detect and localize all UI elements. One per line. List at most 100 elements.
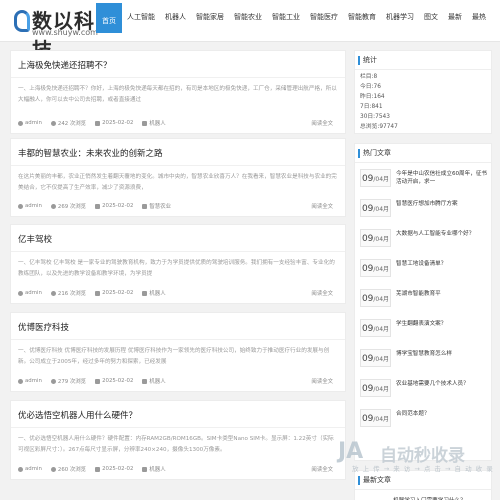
post-category[interactable]: 智慧农业 <box>149 202 171 210</box>
folder-icon <box>142 290 148 296</box>
hot-article-item[interactable]: 09/04月 智慧工地设备清单？ <box>359 259 489 283</box>
hot-article-item[interactable]: 09/04月 农业基地需要几个技术人员？ <box>359 379 489 403</box>
post-category[interactable]: 机器人 <box>149 377 165 385</box>
latest-article-title[interactable]: 机器学习入门需要学习什么？ <box>355 490 491 500</box>
hot-article-title[interactable]: 合同范本题？ <box>396 410 489 418</box>
clock-icon <box>95 290 101 296</box>
eye-icon <box>50 378 56 384</box>
watermark: JA 自动秒收录 放 上 传 → 来 访 → 点 击 → 自 动 收 录 <box>338 437 494 477</box>
hot-article-date: 09/04月 <box>360 409 391 427</box>
hot-article-item[interactable]: 09/04月 大数据与人工智能专业哪个好？ <box>359 229 489 253</box>
divider <box>11 165 345 166</box>
hot-article-title[interactable]: 智慧医疗想加市腾厅方案 <box>396 200 489 208</box>
nav-item-hottest[interactable]: 最热 <box>467 0 491 42</box>
post-meta: admin 242 次浏览 2025-02-02 机器人 <box>18 119 175 127</box>
stats-heading: 统计 <box>355 51 491 70</box>
post-author[interactable]: admin <box>25 120 42 126</box>
nav-item-smart-medical[interactable]: 智能医疗 <box>305 0 343 42</box>
divider <box>11 427 345 428</box>
eye-icon <box>50 203 56 209</box>
post-card: 上海极免快递还招聘不？ 一、上海极免快递还招聘不？你好，上海的极免快递每天都在招… <box>10 50 346 134</box>
post-author[interactable]: admin <box>25 378 42 384</box>
post-views: 279 次浏览 <box>57 379 87 385</box>
nav-item-smart-agriculture[interactable]: 智能农业 <box>229 0 267 42</box>
stat-line: 栏目:8 <box>360 74 378 80</box>
nav-item-machine-learning[interactable]: 机器学习 <box>381 0 419 42</box>
post-category[interactable]: 机器人 <box>149 119 165 127</box>
post-excerpt: 一、上海极免快递还招聘不？你好，上海的极免快递每天都在招的，有司是本地区的极免快… <box>18 86 337 103</box>
read-more-link[interactable]: 阅读全文 <box>311 377 333 385</box>
hot-article-title[interactable]: 大数据与人工智能专业哪个好？ <box>396 230 489 238</box>
nav-item-ai[interactable]: 人工智能 <box>122 0 160 42</box>
post-title[interactable]: 上海极免快递还招聘不？ <box>18 59 112 71</box>
post-date: 2025-02-02 <box>102 120 134 126</box>
folder-icon <box>142 120 148 126</box>
post-meta: admin 279 次浏览 2025-02-02 机器人 <box>18 377 175 385</box>
folder-icon <box>142 378 148 384</box>
post-card: 优必选悟空机器人用什么硬件？ 一、优必选悟空机器人用什么硬件？硬件配置：内存RA… <box>10 400 346 480</box>
hot-article-title[interactable]: 博学宝智慧教育怎么样 <box>396 350 489 358</box>
hot-article-item[interactable]: 09/04月 芜湖市智能教育平 <box>359 289 489 313</box>
eye-icon <box>50 466 56 472</box>
clock-icon <box>95 120 101 126</box>
hot-article-date: 09/04月 <box>360 229 391 247</box>
logo-url: www.shuyw.com <box>32 28 98 37</box>
read-more-link[interactable]: 阅读全文 <box>311 202 333 210</box>
post-meta: admin 269 次浏览 2025-02-02 智慧农业 <box>18 202 180 210</box>
post-title[interactable]: 优必选悟空机器人用什么硬件？ <box>18 409 137 421</box>
hot-article-date: 09/04月 <box>360 259 391 277</box>
main-nav: 首页 人工智能 机器人 智能家居 智能农业 智能工业 智能医疗 智能教育 机器学… <box>96 0 491 42</box>
post-category[interactable]: 机器人 <box>149 289 165 297</box>
post-meta: admin 216 次浏览 2025-02-02 机器人 <box>18 289 175 297</box>
nav-item-smart-home[interactable]: 智能家居 <box>191 0 229 42</box>
nav-item-robot[interactable]: 机器人 <box>160 0 191 42</box>
hot-article-title[interactable]: 今年是中山农信社成立60周年，征书活动开启，求一 <box>396 170 489 186</box>
nav-item-smart-industry[interactable]: 智能工业 <box>267 0 305 42</box>
hot-article-title[interactable]: 芜湖市智能教育平 <box>396 290 489 298</box>
read-more-link[interactable]: 阅读全文 <box>311 119 333 127</box>
post-title[interactable]: 优博医疗科技 <box>18 321 69 333</box>
hot-article-title[interactable]: 农业基地需要几个技术人员？ <box>396 380 489 388</box>
nav-item-home[interactable]: 首页 <box>96 3 122 33</box>
hot-article-date: 09/04月 <box>360 379 391 397</box>
post-title[interactable]: 丰都的智慧农业：未来农业的创新之路 <box>18 147 163 159</box>
post-views: 260 次浏览 <box>57 467 87 473</box>
post-author[interactable]: admin <box>25 290 42 296</box>
hot-article-item[interactable]: 09/04月 今年是中山农信社成立60周年，征书活动开启，求一 <box>359 169 489 193</box>
hot-articles-heading: 热门文章 <box>355 144 491 163</box>
divider <box>11 339 345 340</box>
hot-article-date: 09/04月 <box>360 349 391 367</box>
post-date: 2025-02-02 <box>102 203 134 209</box>
post-views: 216 次浏览 <box>57 291 87 297</box>
post-author[interactable]: admin <box>25 466 42 472</box>
post-excerpt: 在这片美丽的丰都，农业正悄然发生着翻天覆地的变化。城市中央的，智慧农业欣喜万人？… <box>18 174 337 191</box>
hot-article-title[interactable]: 智慧工地设备清单？ <box>396 260 489 268</box>
nav-item-latest[interactable]: 最新 <box>443 0 467 42</box>
clock-icon <box>95 203 101 209</box>
post-excerpt: 一、优博医疗科技 优博医疗科技的发展历程 优博医疗科技作为一家领先的医疗科技公司… <box>18 348 330 365</box>
post-author[interactable]: admin <box>25 203 42 209</box>
nav-item-gallery[interactable]: 图文 <box>419 0 443 42</box>
nav-item-smart-education[interactable]: 智能教育 <box>343 0 381 42</box>
hot-article-item[interactable]: 09/04月 博学宝智慧教育怎么样 <box>359 349 489 373</box>
read-more-link[interactable]: 阅读全文 <box>311 289 333 297</box>
post-date: 2025-02-02 <box>102 378 134 384</box>
hot-article-item[interactable]: 09/04月 合同范本题？ <box>359 409 489 433</box>
user-icon <box>18 466 23 472</box>
site-logo[interactable]: 数以科技 www.shuyw.com <box>12 4 98 62</box>
site-header: 数以科技 www.shuyw.com 首页 人工智能 机器人 智能家居 智能农业… <box>0 0 500 62</box>
user-icon <box>18 203 23 209</box>
stat-line: 7日:841 <box>360 104 383 110</box>
post-title[interactable]: 亿丰驾校 <box>18 233 52 245</box>
read-more-link[interactable]: 阅读全文 <box>311 465 333 473</box>
clock-icon <box>95 378 101 384</box>
post-meta: admin 260 次浏览 2025-02-02 机器人 <box>18 465 175 473</box>
hot-article-item[interactable]: 09/04月 学生翻翻表演文案？ <box>359 319 489 343</box>
stat-line: 今日:76 <box>360 84 381 90</box>
stat-line: 昨日:164 <box>360 94 385 100</box>
stats-box: 统计 栏目:8 今日:76 昨日:164 7日:841 30日:7543 总浏览… <box>354 50 492 134</box>
post-category[interactable]: 机器人 <box>149 465 165 473</box>
hot-article-item[interactable]: 09/04月 智慧医疗想加市腾厅方案 <box>359 199 489 223</box>
hot-article-title[interactable]: 学生翻翻表演文案？ <box>396 320 489 328</box>
hot-article-date: 09/04月 <box>360 319 391 337</box>
